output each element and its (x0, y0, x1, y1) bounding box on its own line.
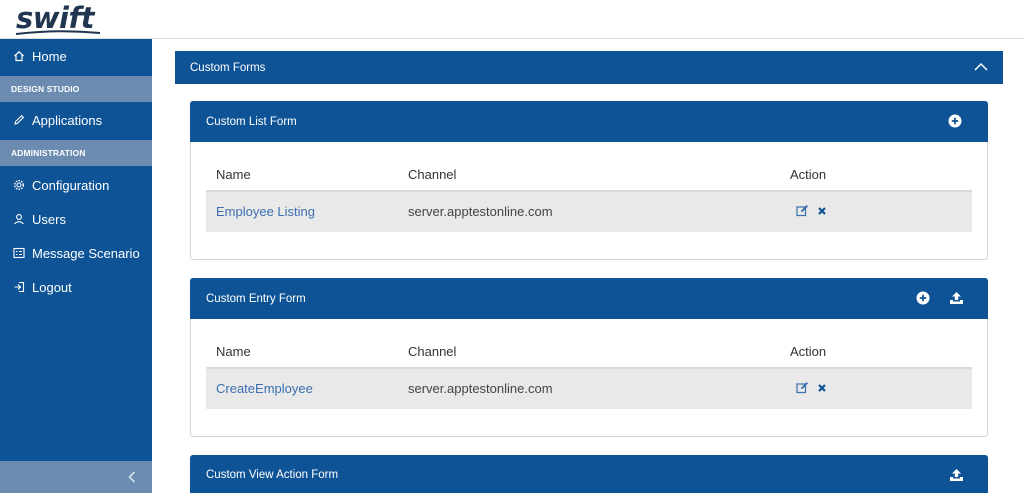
edit-icon (796, 205, 808, 217)
sidebar-item-home[interactable]: Home (0, 39, 152, 73)
chevron-up-icon[interactable] (973, 60, 989, 74)
close-icon (817, 383, 826, 392)
page-title: Custom Forms (190, 61, 266, 74)
close-icon (817, 206, 826, 215)
card-title: Custom Entry Form (206, 292, 306, 305)
sidebar-item-label: Users (32, 211, 66, 227)
delete-button[interactable] (815, 381, 828, 394)
card-title: Custom List Form (206, 115, 297, 128)
custom-entry-form-header: Custom Entry Form (190, 278, 988, 319)
add-list-form-button[interactable] (947, 113, 963, 129)
custom-list-form-card: Custom List Form Name Channel Action Emp… (190, 101, 988, 260)
form-name-link[interactable]: CreateEmployee (216, 381, 313, 396)
delete-button[interactable] (815, 204, 828, 217)
custom-forms-header[interactable]: Custom Forms (175, 51, 1003, 84)
sidebar-section-design-studio: DESIGN STUDIO (0, 76, 152, 102)
sidebar-item-label: Applications (32, 112, 103, 128)
edit-icon (796, 382, 808, 394)
upload-entry-form-button[interactable] (948, 290, 964, 306)
form-channel: server.apptestonline.com (408, 381, 553, 396)
upload-icon (949, 469, 963, 481)
add-entry-form-button[interactable] (915, 290, 931, 306)
custom-view-action-form-card: Custom View Action Form (190, 455, 988, 493)
pencil-icon (12, 113, 26, 127)
chevron-left-icon (128, 471, 136, 483)
logo-swoosh (15, 30, 101, 35)
column-header-channel: Channel (408, 344, 457, 359)
user-icon (12, 212, 26, 226)
column-header-action: Action (790, 167, 827, 182)
sidebar-item-users[interactable]: Users (0, 202, 152, 236)
form-name-link[interactable]: Employee Listing (216, 204, 315, 219)
home-icon (12, 49, 26, 63)
column-header-name: Name (216, 344, 251, 359)
plus-circle-icon (916, 291, 930, 305)
message-list-icon (12, 246, 26, 260)
sidebar-section-administration: ADMINISTRATION (0, 140, 152, 166)
sidebar-item-configuration[interactable]: Configuration (0, 168, 152, 202)
sidebar-footer (0, 461, 152, 493)
table-row: CreateEmployee server.apptestonline.com (206, 369, 972, 409)
logout-icon (12, 280, 26, 294)
column-header-name: Name (216, 167, 251, 182)
sidebar: Home DESIGN STUDIO Applications ADMINIST… (0, 39, 152, 493)
sidebar-item-label: Logout (32, 279, 72, 295)
edit-button[interactable] (796, 381, 809, 394)
sidebar-item-label: Message Scenario (32, 245, 140, 261)
sidebar-item-logout[interactable]: Logout (0, 270, 152, 304)
table-row: Employee Listing server.apptestonline.co… (206, 192, 972, 232)
sidebar-item-label: Home (32, 48, 67, 64)
card-title: Custom View Action Form (206, 468, 339, 481)
upload-view-action-form-button[interactable] (948, 467, 964, 483)
custom-entry-form-card: Custom Entry Form Name Channel Action Cr… (190, 278, 988, 437)
custom-list-form-header: Custom List Form (190, 101, 988, 142)
plus-circle-icon (948, 114, 962, 128)
form-channel: server.apptestonline.com (408, 204, 553, 219)
sidebar-item-applications[interactable]: Applications (0, 103, 152, 137)
column-header-action: Action (790, 344, 827, 359)
sidebar-collapse-button[interactable] (124, 468, 140, 486)
custom-view-action-form-header: Custom View Action Form (190, 455, 988, 493)
upload-icon (949, 292, 963, 304)
edit-button[interactable] (796, 204, 809, 217)
top-bar: swift (0, 0, 1024, 39)
sidebar-item-label: Configuration (32, 177, 110, 193)
sidebar-item-message-scenario[interactable]: Message Scenario (0, 236, 152, 270)
column-header-channel: Channel (408, 167, 457, 182)
gear-icon (12, 178, 26, 192)
